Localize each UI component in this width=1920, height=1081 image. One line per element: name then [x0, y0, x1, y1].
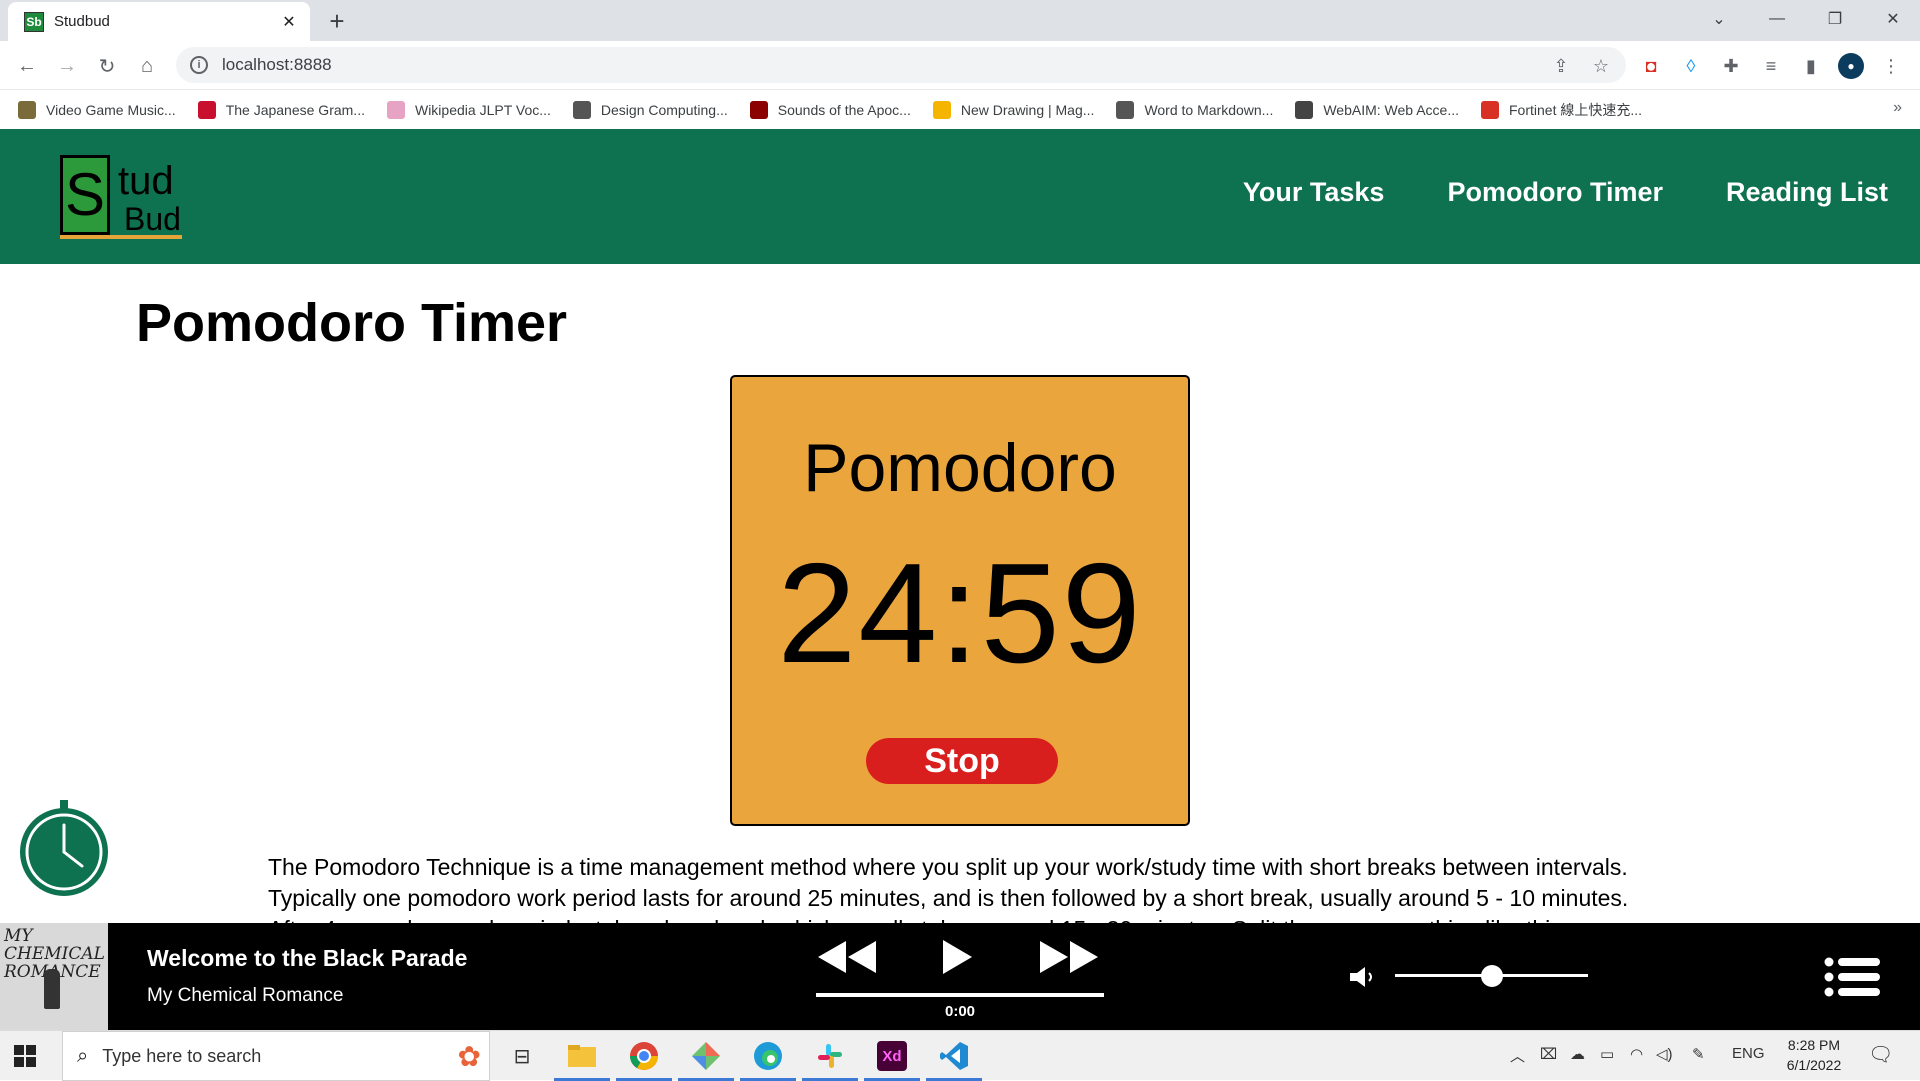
nav-your-tasks[interactable]: Your Tasks [1243, 177, 1385, 208]
search-placeholder: Type here to search [102, 1045, 262, 1066]
site-header: S tud Bud Your Tasks Pomodoro Timer Read… [0, 129, 1920, 264]
wifi-icon[interactable]: ◠ [1630, 1045, 1643, 1063]
page-title: Pomodoro Timer [136, 293, 568, 353]
slack-icon[interactable] [802, 1038, 858, 1081]
file-explorer-icon[interactable] [554, 1038, 610, 1081]
site-info-icon[interactable]: i [190, 56, 208, 74]
tab-search-icon[interactable]: ⌄ [1690, 0, 1748, 38]
extension-shield-icon[interactable]: ◘ [1638, 53, 1664, 79]
profile-avatar-icon[interactable]: ● [1838, 53, 1864, 79]
song-title: Welcome to the Black Parade [147, 945, 468, 971]
bookmark-icon [1481, 101, 1499, 119]
nav-pomodoro-timer[interactable]: Pomodoro Timer [1447, 177, 1663, 208]
song-artist: My Chemical Romance [147, 985, 344, 1006]
main-nav: Your Tasks Pomodoro Timer Reading List [1243, 177, 1888, 208]
taskbar-search-box[interactable]: ⌕ Type here to search ✿ [62, 1031, 490, 1081]
bookmark-icon [197, 101, 216, 119]
tab-title: Studbud [54, 13, 110, 30]
task-view-icon[interactable]: ⊟ [504, 1038, 540, 1074]
bookmark-icon [18, 101, 36, 119]
reload-icon[interactable]: ↻ [92, 51, 122, 81]
vscode-icon[interactable] [926, 1038, 982, 1081]
new-tab-icon[interactable]: + [322, 6, 352, 37]
notification-center-icon[interactable]: 🗨 [1868, 1042, 1893, 1067]
tray-overflow-icon[interactable]: ︿ [1510, 1045, 1525, 1066]
play-icon[interactable] [940, 937, 974, 982]
restore-icon[interactable]: ❐ [1806, 0, 1864, 38]
bookmark-item[interactable]: Sounds of the Apoc... [749, 101, 911, 119]
timer-display: 24:59 [777, 534, 1143, 693]
browser-tab[interactable]: Sb Studbud ✕ [8, 2, 310, 41]
battery-icon[interactable]: ▭ [1600, 1045, 1614, 1063]
back-icon[interactable]: ← [12, 51, 42, 81]
meet-now-icon[interactable]: ⌧ [1540, 1045, 1557, 1063]
close-tab-icon[interactable]: ✕ [278, 12, 300, 32]
studbud-logo[interactable]: S tud Bud [60, 155, 182, 241]
media-control-icon[interactable]: ≡ [1758, 53, 1784, 79]
pen-icon[interactable]: ✎ [1692, 1045, 1705, 1063]
elapsed-time: 0:00 [944, 1003, 976, 1020]
nav-reading-list[interactable]: Reading List [1726, 177, 1888, 208]
windows-start-icon[interactable] [14, 1045, 36, 1067]
bookmarks-bar: Video Game Music... The Japanese Gram...… [0, 91, 1920, 129]
bookmark-icon [1116, 101, 1135, 119]
url-text: localhost:8888 [222, 55, 332, 74]
extension-tag-icon[interactable]: ◊ [1678, 53, 1704, 79]
bookmark-item[interactable]: Word to Markdown... [1116, 101, 1273, 119]
bookmark-item[interactable]: Video Game Music... [18, 101, 176, 119]
bookmark-item[interactable]: The Japanese Gram... [197, 101, 365, 119]
bookmark-icon [1295, 101, 1314, 119]
minimize-icon[interactable]: — [1748, 0, 1806, 38]
queue-list-icon[interactable] [1824, 957, 1882, 1002]
volume-icon[interactable] [1348, 965, 1378, 994]
taskbar-clock[interactable]: 8:28 PM 6/1/2022 [1776, 1035, 1852, 1075]
edge-icon[interactable] [740, 1038, 796, 1081]
adobe-xd-icon[interactable]: Xd [864, 1038, 920, 1081]
search-icon: ⌕ [77, 1044, 89, 1067]
side-panel-icon[interactable]: ▮ [1798, 53, 1824, 79]
gitkraken-icon[interactable] [678, 1038, 734, 1081]
stopwatch-icon[interactable] [18, 800, 110, 898]
bookmark-icon [749, 101, 768, 119]
menu-icon[interactable]: ⋮ [1878, 53, 1904, 79]
browser-tabstrip: Sb Studbud ✕ + ⌄ — ❐ ✕ [0, 0, 1920, 41]
bookmark-star-icon[interactable]: ☆ [1588, 53, 1614, 79]
extensions-icon[interactable]: ✚ [1718, 53, 1744, 79]
home-icon[interactable]: ⌂ [132, 51, 162, 81]
input-language[interactable]: ENG [1732, 1045, 1765, 1062]
bookmark-icon [386, 101, 405, 119]
search-highlight-icon: ✿ [457, 1040, 481, 1072]
bookmark-icon [932, 101, 951, 119]
windows-taskbar: ⌕ Type here to search ✿ ⊟ Xd ︿ ⌧ ☁ ▭ ◠ ◁… [0, 1030, 1920, 1081]
bookmark-item[interactable]: New Drawing | Mag... [932, 101, 1094, 119]
bookmark-icon [572, 101, 591, 119]
forward-icon[interactable]: → [52, 51, 82, 81]
previous-track-icon[interactable] [816, 937, 880, 982]
bookmark-item[interactable]: Fortinet 線上快速充... [1481, 100, 1642, 120]
stop-button[interactable]: Stop [866, 738, 1058, 784]
bookmark-item[interactable]: WebAIM: Web Acce... [1295, 101, 1459, 119]
chrome-icon[interactable] [616, 1038, 672, 1081]
window-close-icon[interactable]: ✕ [1864, 0, 1920, 38]
bookmarks-overflow-icon[interactable]: » [1893, 99, 1902, 117]
next-track-icon[interactable] [1038, 937, 1102, 982]
favicon: Sb [24, 11, 44, 32]
volume-slider-thumb[interactable] [1480, 965, 1503, 987]
share-icon[interactable]: ⇪ [1548, 53, 1574, 79]
speaker-icon[interactable]: ◁) [1656, 1045, 1673, 1063]
address-bar[interactable]: i localhost:8888 [176, 47, 1626, 83]
bookmark-item[interactable]: Design Computing... [572, 101, 728, 119]
onedrive-icon[interactable]: ☁ [1570, 1045, 1585, 1063]
timer-mode-label: Pomodoro [803, 430, 1117, 506]
browser-toolbar: ← → ↻ ⌂ i localhost:8888 ⇪ ☆ ◘ ◊ ✚ ≡ ▮ ●… [0, 41, 1920, 90]
bookmark-item[interactable]: Wikipedia JLPT Voc... [386, 101, 551, 119]
pomodoro-timer-card: Pomodoro 24:59 Stop [730, 375, 1190, 826]
album-art: MY CHEMICAL ROMANCE [0, 923, 108, 1030]
music-player: MY CHEMICAL ROMANCE Welcome to the Black… [0, 923, 1920, 1030]
playback-progress-bar[interactable] [816, 993, 1104, 997]
pomodoro-description: The Pomodoro Technique is a time managem… [268, 854, 1629, 923]
